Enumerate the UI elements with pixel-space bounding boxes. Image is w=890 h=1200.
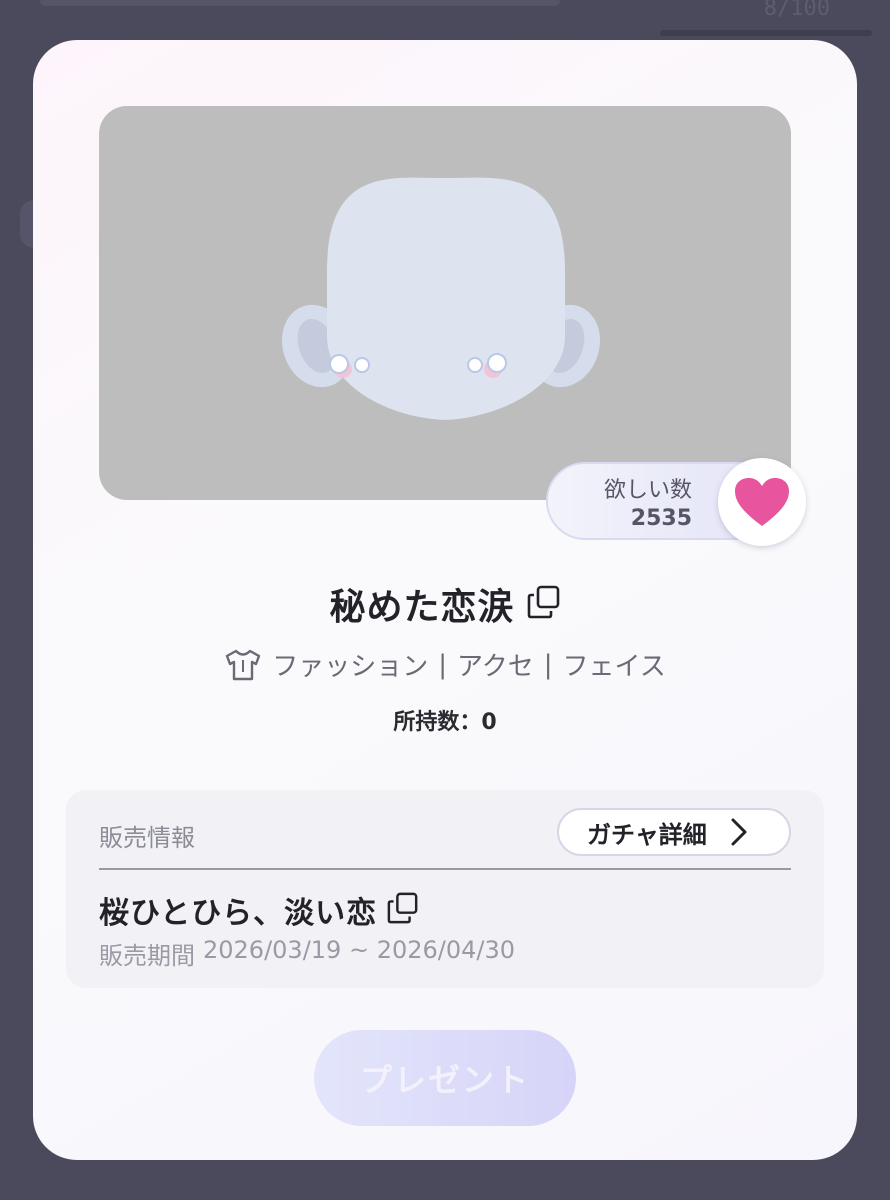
- item-detail-modal: 欲しい数 2535 秘めた恋涙 ファッション | アクセ | フェイス 所持数：…: [33, 40, 857, 1160]
- item-preview: [99, 106, 791, 500]
- gacha-name-row: 桜ひとひら、淡い恋: [99, 888, 419, 932]
- category-fashion: ファッション: [272, 652, 429, 682]
- sales-info-panel: 販売情報 ガチャ詳細 桜ひとひら、淡い恋 販売期間 2026/03/19 ~ 2…: [66, 790, 824, 988]
- item-category-row: ファッション | アクセ | フェイス: [33, 646, 857, 683]
- sales-period-value: 2026/03/19 ~ 2026/04/30: [203, 936, 516, 964]
- copy-icon: [387, 892, 418, 924]
- owned-count: 所持数：0: [393, 710, 497, 735]
- heart-icon: [735, 478, 789, 526]
- background-progress-bar: [660, 30, 872, 36]
- wish-count-value: 2535: [630, 506, 692, 531]
- category-accessory: アクセ: [457, 652, 534, 682]
- wish-button[interactable]: [718, 458, 806, 546]
- item-name: 秘めた恋涙: [329, 587, 515, 628]
- sales-info-header: 販売情報: [99, 824, 195, 852]
- sales-divider: [99, 868, 791, 870]
- copy-icon: [527, 585, 559, 619]
- gacha-name: 桜ひとひら、淡い恋: [99, 896, 378, 931]
- gacha-detail-button[interactable]: ガチャ詳細: [557, 808, 791, 856]
- avatar-face-illustration: [281, 177, 601, 420]
- background-counter: 8/100: [763, 0, 830, 21]
- category-face: フェイス: [562, 652, 666, 682]
- wish-count-label: 欲しい数: [603, 478, 692, 503]
- shirt-icon: [226, 649, 261, 680]
- category-separator: |: [438, 649, 448, 680]
- chevron-right-icon: [731, 818, 747, 846]
- copy-item-name-button[interactable]: [527, 585, 561, 623]
- item-title-row: 秘めた恋涙: [33, 578, 857, 630]
- category-separator: |: [543, 649, 553, 680]
- wish-count-widget: 欲しい数 2535: [546, 458, 806, 546]
- gacha-detail-label: ガチャ詳細: [587, 820, 707, 849]
- sales-period: 販売期間 2026/03/19 ~ 2026/04/30: [99, 936, 515, 971]
- background-header-text: [40, 0, 560, 6]
- sales-period-label: 販売期間: [99, 942, 195, 970]
- present-button[interactable]: プレゼント: [314, 1030, 576, 1126]
- copy-gacha-name-button[interactable]: [387, 892, 419, 928]
